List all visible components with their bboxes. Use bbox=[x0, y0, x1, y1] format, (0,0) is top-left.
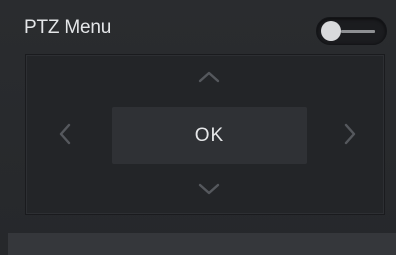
panel-header: PTZ Menu bbox=[0, 0, 396, 50]
pan-left-button[interactable] bbox=[54, 117, 76, 151]
ok-button[interactable]: OK bbox=[112, 107, 307, 164]
chevron-down-icon bbox=[198, 183, 220, 195]
pan-up-button[interactable] bbox=[192, 64, 226, 90]
ptz-menu-panel: PTZ Menu OK bbox=[0, 0, 396, 255]
panel-title: PTZ Menu bbox=[24, 17, 112, 38]
footer-bar bbox=[8, 233, 396, 255]
chevron-up-icon bbox=[198, 71, 220, 83]
toggle-knob bbox=[321, 21, 341, 41]
toggle-track-line bbox=[341, 30, 375, 33]
chevron-left-icon bbox=[59, 123, 71, 145]
direction-pad: OK bbox=[25, 54, 385, 215]
pan-right-button[interactable] bbox=[339, 117, 361, 151]
ptz-menu-toggle[interactable] bbox=[316, 17, 387, 45]
chevron-right-icon bbox=[344, 123, 356, 145]
pan-down-button[interactable] bbox=[192, 176, 226, 202]
